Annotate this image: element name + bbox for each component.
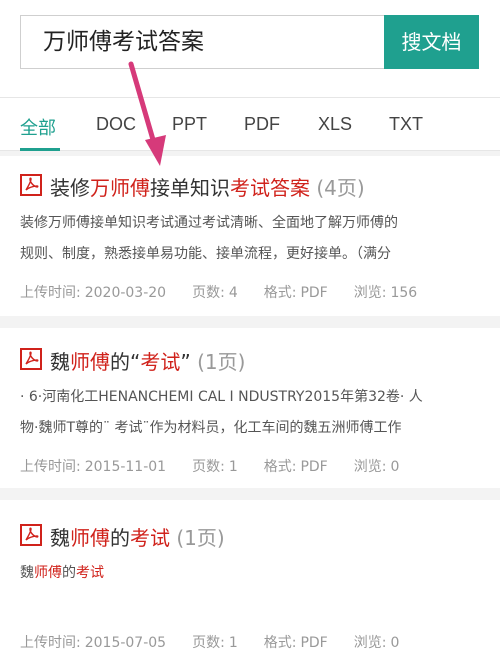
format-tabs: 全部 DOC PPT PDF XLS TXT	[0, 97, 500, 151]
pdf-icon	[20, 174, 42, 196]
view-count: 0	[390, 635, 400, 651]
result-title[interactable]: 装修万师傅接单知识考试答案 (4页)	[50, 172, 365, 201]
result-meta: 上传时间: 2020-03-20 页数: 4 格式: PDF 浏览: 156	[20, 285, 418, 301]
pdf-icon	[20, 524, 42, 546]
upload-date: 2015-07-05	[84, 635, 167, 651]
tab-all[interactable]: 全部	[20, 114, 56, 140]
result-snippet: · 6·河南化工HENANCHEMI CAL I NDUSTRY2015年第32…	[20, 389, 423, 436]
page-count-label: (4页)	[316, 176, 365, 200]
result-title[interactable]: 魏师傅的考试 (1页)	[50, 522, 225, 551]
page-count-label: (1页)	[197, 350, 246, 374]
tab-pdf[interactable]: PDF	[244, 114, 280, 135]
file-format: PDF	[300, 635, 328, 651]
tab-xls[interactable]: XLS	[318, 114, 352, 135]
page-count-label: (1页)	[176, 526, 225, 550]
result-title[interactable]: 魏师傅的“考试” (1页)	[50, 346, 245, 375]
result-card[interactable]: 装修万师傅接单知识考试答案 (4页) 装修万师傅接单知识考试通过考试清晰、全面地…	[0, 156, 500, 316]
page-count: 1	[228, 459, 238, 475]
tab-doc[interactable]: DOC	[96, 114, 136, 135]
search-button[interactable]: 搜文档	[384, 15, 479, 69]
active-tab-indicator	[20, 148, 60, 151]
search-input[interactable]: 万师傅考试答案	[20, 15, 384, 69]
search-bar: 万师傅考试答案 搜文档	[0, 0, 500, 97]
result-meta: 上传时间: 2015-11-01 页数: 1 格式: PDF 浏览: 0	[20, 459, 400, 475]
page-count: 1	[228, 635, 238, 651]
result-snippet: 装修万师傅接单知识考试通过考试清晰、全面地了解万师傅的 规则、制度，熟悉接单易功…	[20, 215, 398, 262]
upload-date: 2020-03-20	[84, 285, 167, 301]
tab-ppt[interactable]: PPT	[172, 114, 207, 135]
view-count: 0	[390, 459, 400, 475]
page-count: 4	[228, 285, 238, 301]
pdf-icon	[20, 348, 42, 370]
result-card[interactable]: 魏师傅的考试 (1页) 魏师傅的考试 上传时间: 2015-07-05 页数: 1 格式…	[0, 500, 500, 666]
file-format: PDF	[300, 285, 328, 301]
result-snippet: 魏师傅的考试	[20, 565, 104, 581]
upload-date: 2015-11-01	[84, 459, 167, 475]
view-count: 156	[390, 285, 418, 301]
result-meta: 上传时间: 2015-07-05 页数: 1 格式: PDF 浏览: 0	[20, 635, 400, 651]
file-format: PDF	[300, 459, 328, 475]
result-card[interactable]: 魏师傅的“考试” (1页) · 6·河南化工HENANCHEMI CAL I N…	[0, 328, 500, 488]
tab-txt[interactable]: TXT	[389, 114, 423, 135]
